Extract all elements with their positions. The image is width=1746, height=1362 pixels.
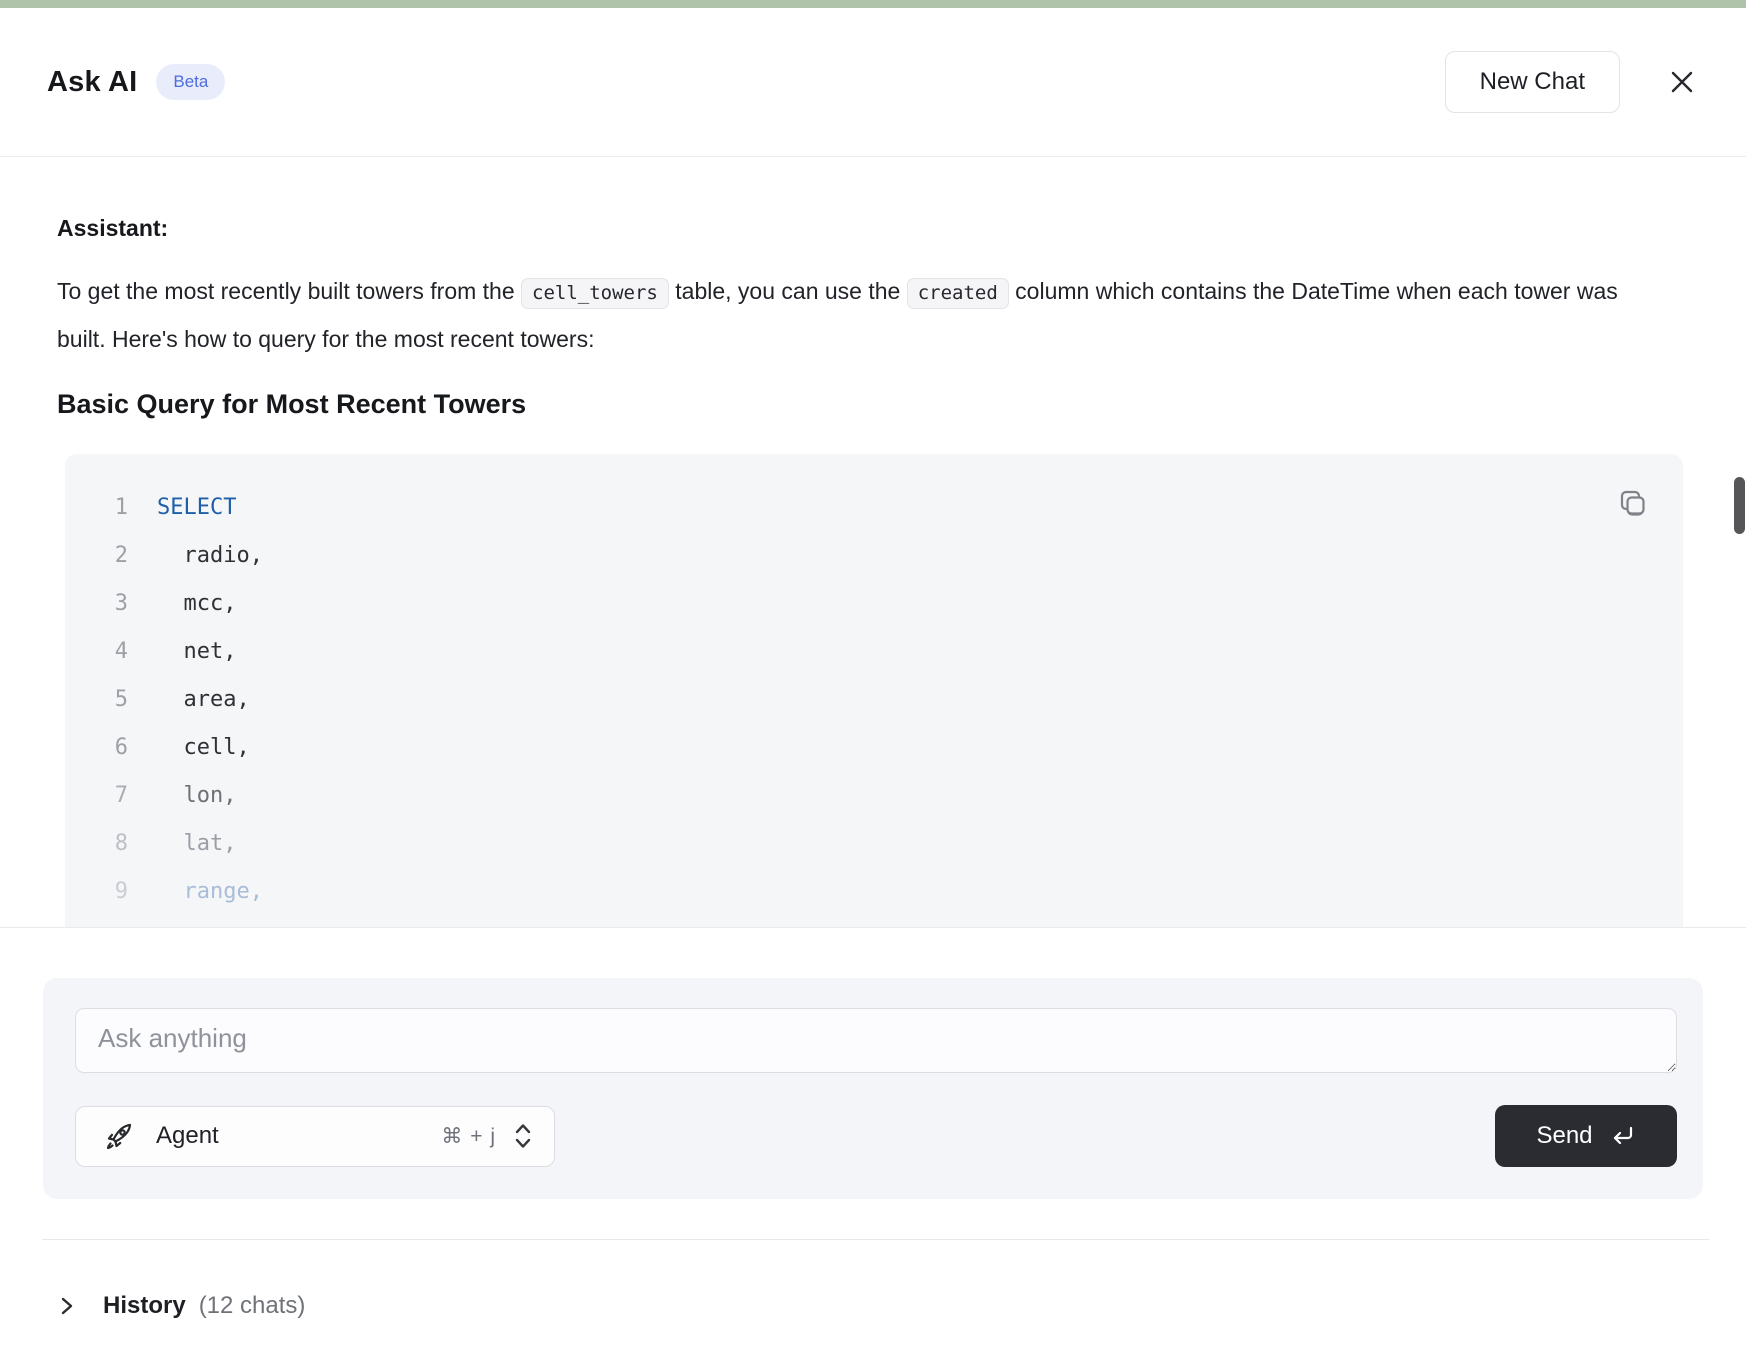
line-number: 3: [65, 580, 128, 628]
line-number: 4: [65, 628, 128, 676]
code-line: 3 mcc,: [65, 580, 1683, 628]
chevron-right-icon: [57, 1293, 77, 1319]
history-divider: [42, 1239, 1709, 1240]
mode-selector[interactable]: Agent ⌘ + j: [75, 1106, 555, 1167]
page-title: Ask AI: [47, 66, 137, 99]
inline-code-chip: created: [907, 278, 1009, 309]
code-line: 9 range,: [65, 868, 1683, 916]
new-chat-button[interactable]: New Chat: [1445, 51, 1620, 113]
inline-code-chip: cell_towers: [521, 278, 669, 309]
line-number: 1: [65, 484, 128, 532]
composer-controls: Agent ⌘ + j Send: [75, 1105, 1677, 1167]
top-accent-bar: [0, 0, 1746, 8]
copy-icon: [1615, 486, 1649, 520]
code-line: 2 radio,: [65, 532, 1683, 580]
code-text: cell,: [128, 724, 250, 772]
line-number: 6: [65, 724, 128, 772]
code-text: mcc,: [128, 580, 236, 628]
paragraph-text: To get the most recently built towers fr…: [57, 278, 521, 304]
scrollbar-thumb[interactable]: [1734, 477, 1745, 534]
section-heading: Basic Query for Most Recent Towers: [57, 389, 1689, 420]
paragraph-text: table, you can use the: [669, 278, 907, 304]
close-button[interactable]: [1660, 60, 1704, 104]
panel-header: Ask AI Beta New Chat: [0, 8, 1746, 157]
chat-message-area[interactable]: Assistant: To get the most recently buil…: [0, 157, 1746, 928]
close-icon: [1667, 67, 1697, 97]
code-text: range,: [128, 868, 263, 916]
send-button[interactable]: Send: [1495, 1105, 1677, 1167]
history-toggle[interactable]: History (12 chats): [0, 1292, 1746, 1320]
code-line: 8 lat,: [65, 820, 1683, 868]
return-key-icon: [1610, 1123, 1636, 1149]
code-text: area,: [128, 676, 250, 724]
prompt-input[interactable]: [75, 1008, 1677, 1073]
assistant-paragraph: To get the most recently built towers fr…: [57, 268, 1657, 362]
line-number: 7: [65, 772, 128, 820]
code-text: lon,: [128, 772, 236, 820]
code-line: 7 lon,: [65, 772, 1683, 820]
code-line: 6 cell,: [65, 724, 1683, 772]
mode-label: Agent: [156, 1122, 219, 1150]
code-text: lat,: [128, 820, 236, 868]
code-lines: 1SELECT2 radio,3 mcc,4 net,5 area,6 cell…: [65, 484, 1683, 916]
send-label: Send: [1536, 1122, 1592, 1150]
mode-shortcut: ⌘ + j: [441, 1124, 496, 1149]
code-text: radio,: [128, 532, 263, 580]
assistant-role-label: Assistant:: [57, 215, 1689, 242]
sql-code-block: 1SELECT2 radio,3 mcc,4 net,5 area,6 cell…: [65, 454, 1683, 928]
history-label: History: [103, 1292, 186, 1320]
code-text: SELECT: [128, 484, 236, 532]
line-number: 8: [65, 820, 128, 868]
history-count: (12 chats): [199, 1292, 306, 1320]
chevron-up-down-icon: [512, 1121, 534, 1151]
line-number: 9: [65, 868, 128, 916]
copy-code-button[interactable]: [1615, 486, 1649, 520]
line-number: 5: [65, 676, 128, 724]
composer-panel: Agent ⌘ + j Send: [43, 978, 1703, 1199]
code-line: 1SELECT: [65, 484, 1683, 532]
code-text: net,: [128, 628, 236, 676]
code-line: 5 area,: [65, 676, 1683, 724]
rocket-icon: [99, 1118, 135, 1154]
beta-badge: Beta: [156, 64, 225, 100]
line-number: 2: [65, 532, 128, 580]
code-line: 4 net,: [65, 628, 1683, 676]
